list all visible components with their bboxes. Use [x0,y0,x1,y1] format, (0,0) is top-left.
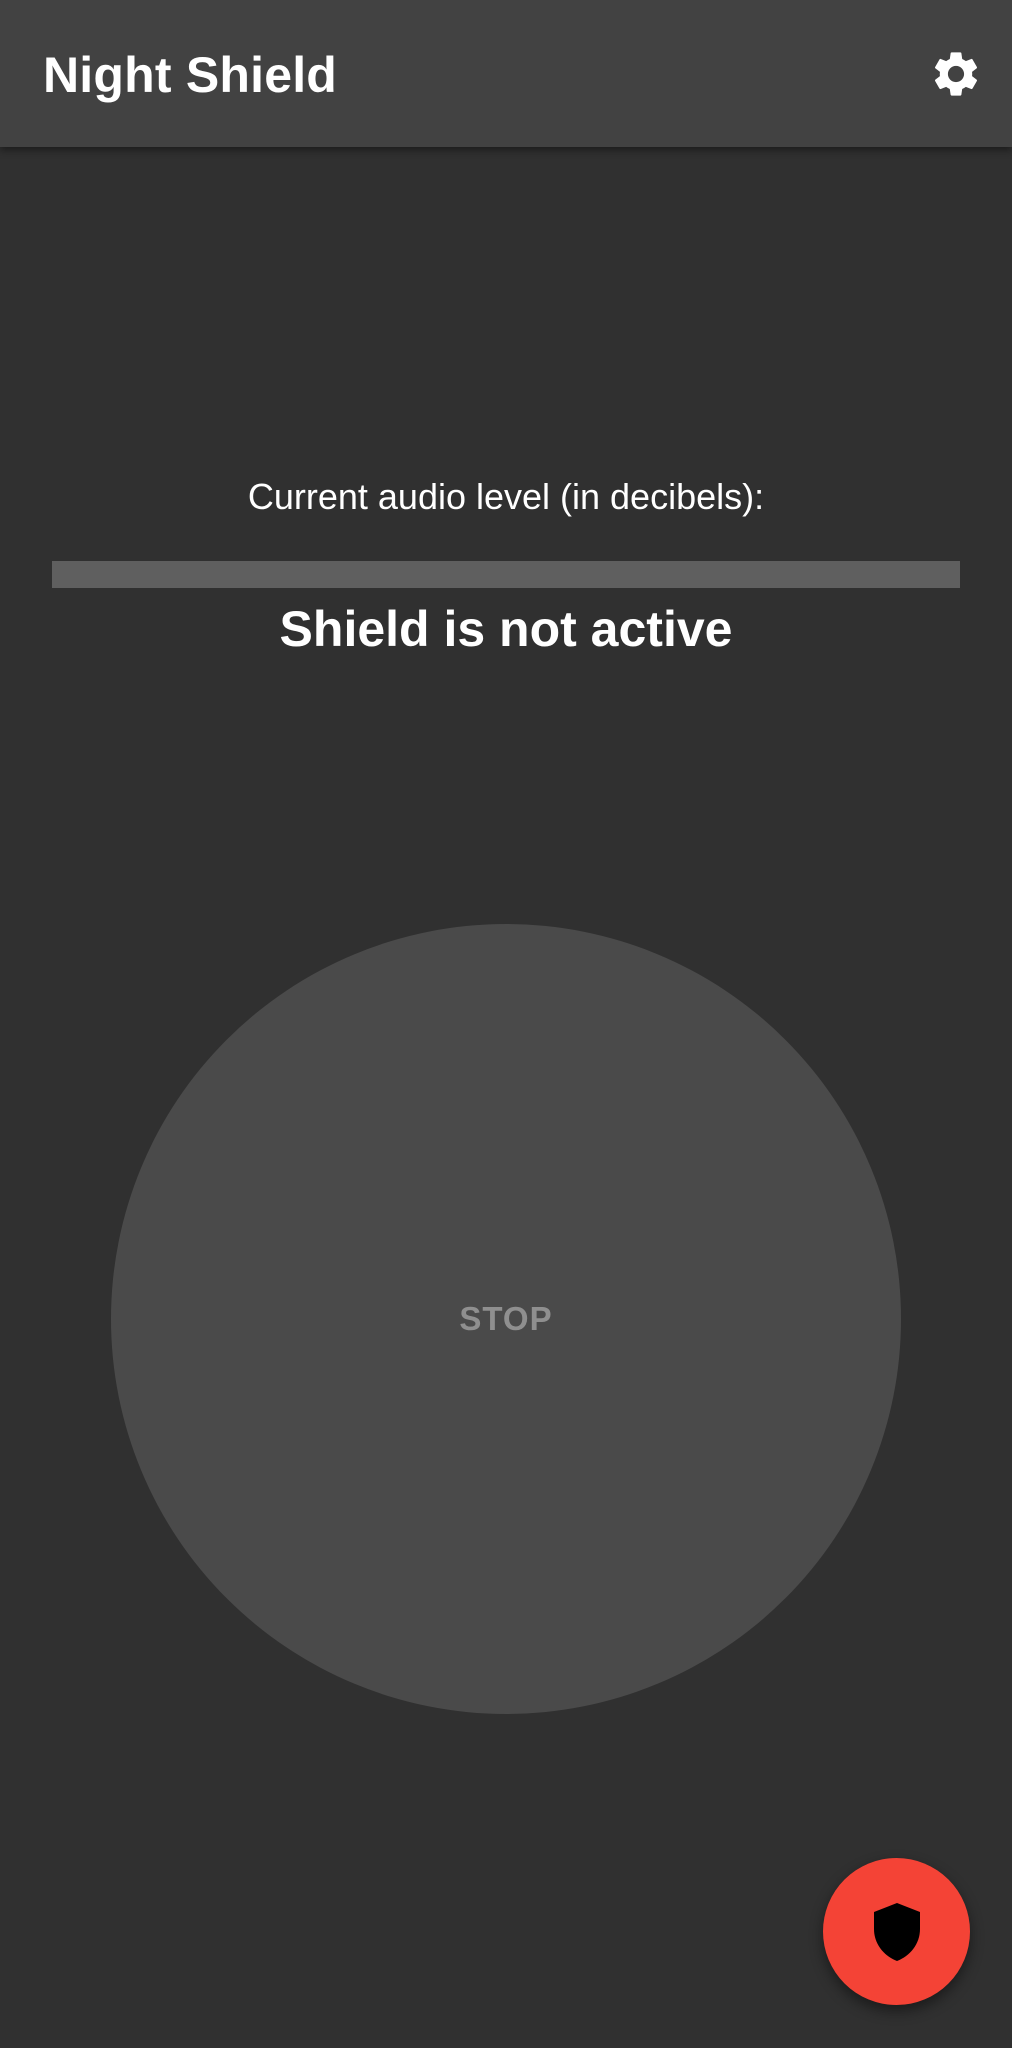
gear-icon [934,52,978,96]
shield-fab-button[interactable] [823,1858,970,2005]
shield-icon [873,1902,920,1961]
audio-level-bar [52,561,960,588]
settings-button[interactable] [928,46,984,102]
app-bar: Night Shield [0,0,1012,147]
app-screen: Night Shield Current audio level (in dec… [0,0,1012,2048]
app-title: Night Shield [43,47,338,103]
audio-level-label: Current audio level (in decibels): [247,476,765,517]
stop-button-label: STOP [459,1300,553,1337]
shield-status-text: Shield is not active [279,601,733,657]
stop-button[interactable]: STOP [111,924,901,1714]
